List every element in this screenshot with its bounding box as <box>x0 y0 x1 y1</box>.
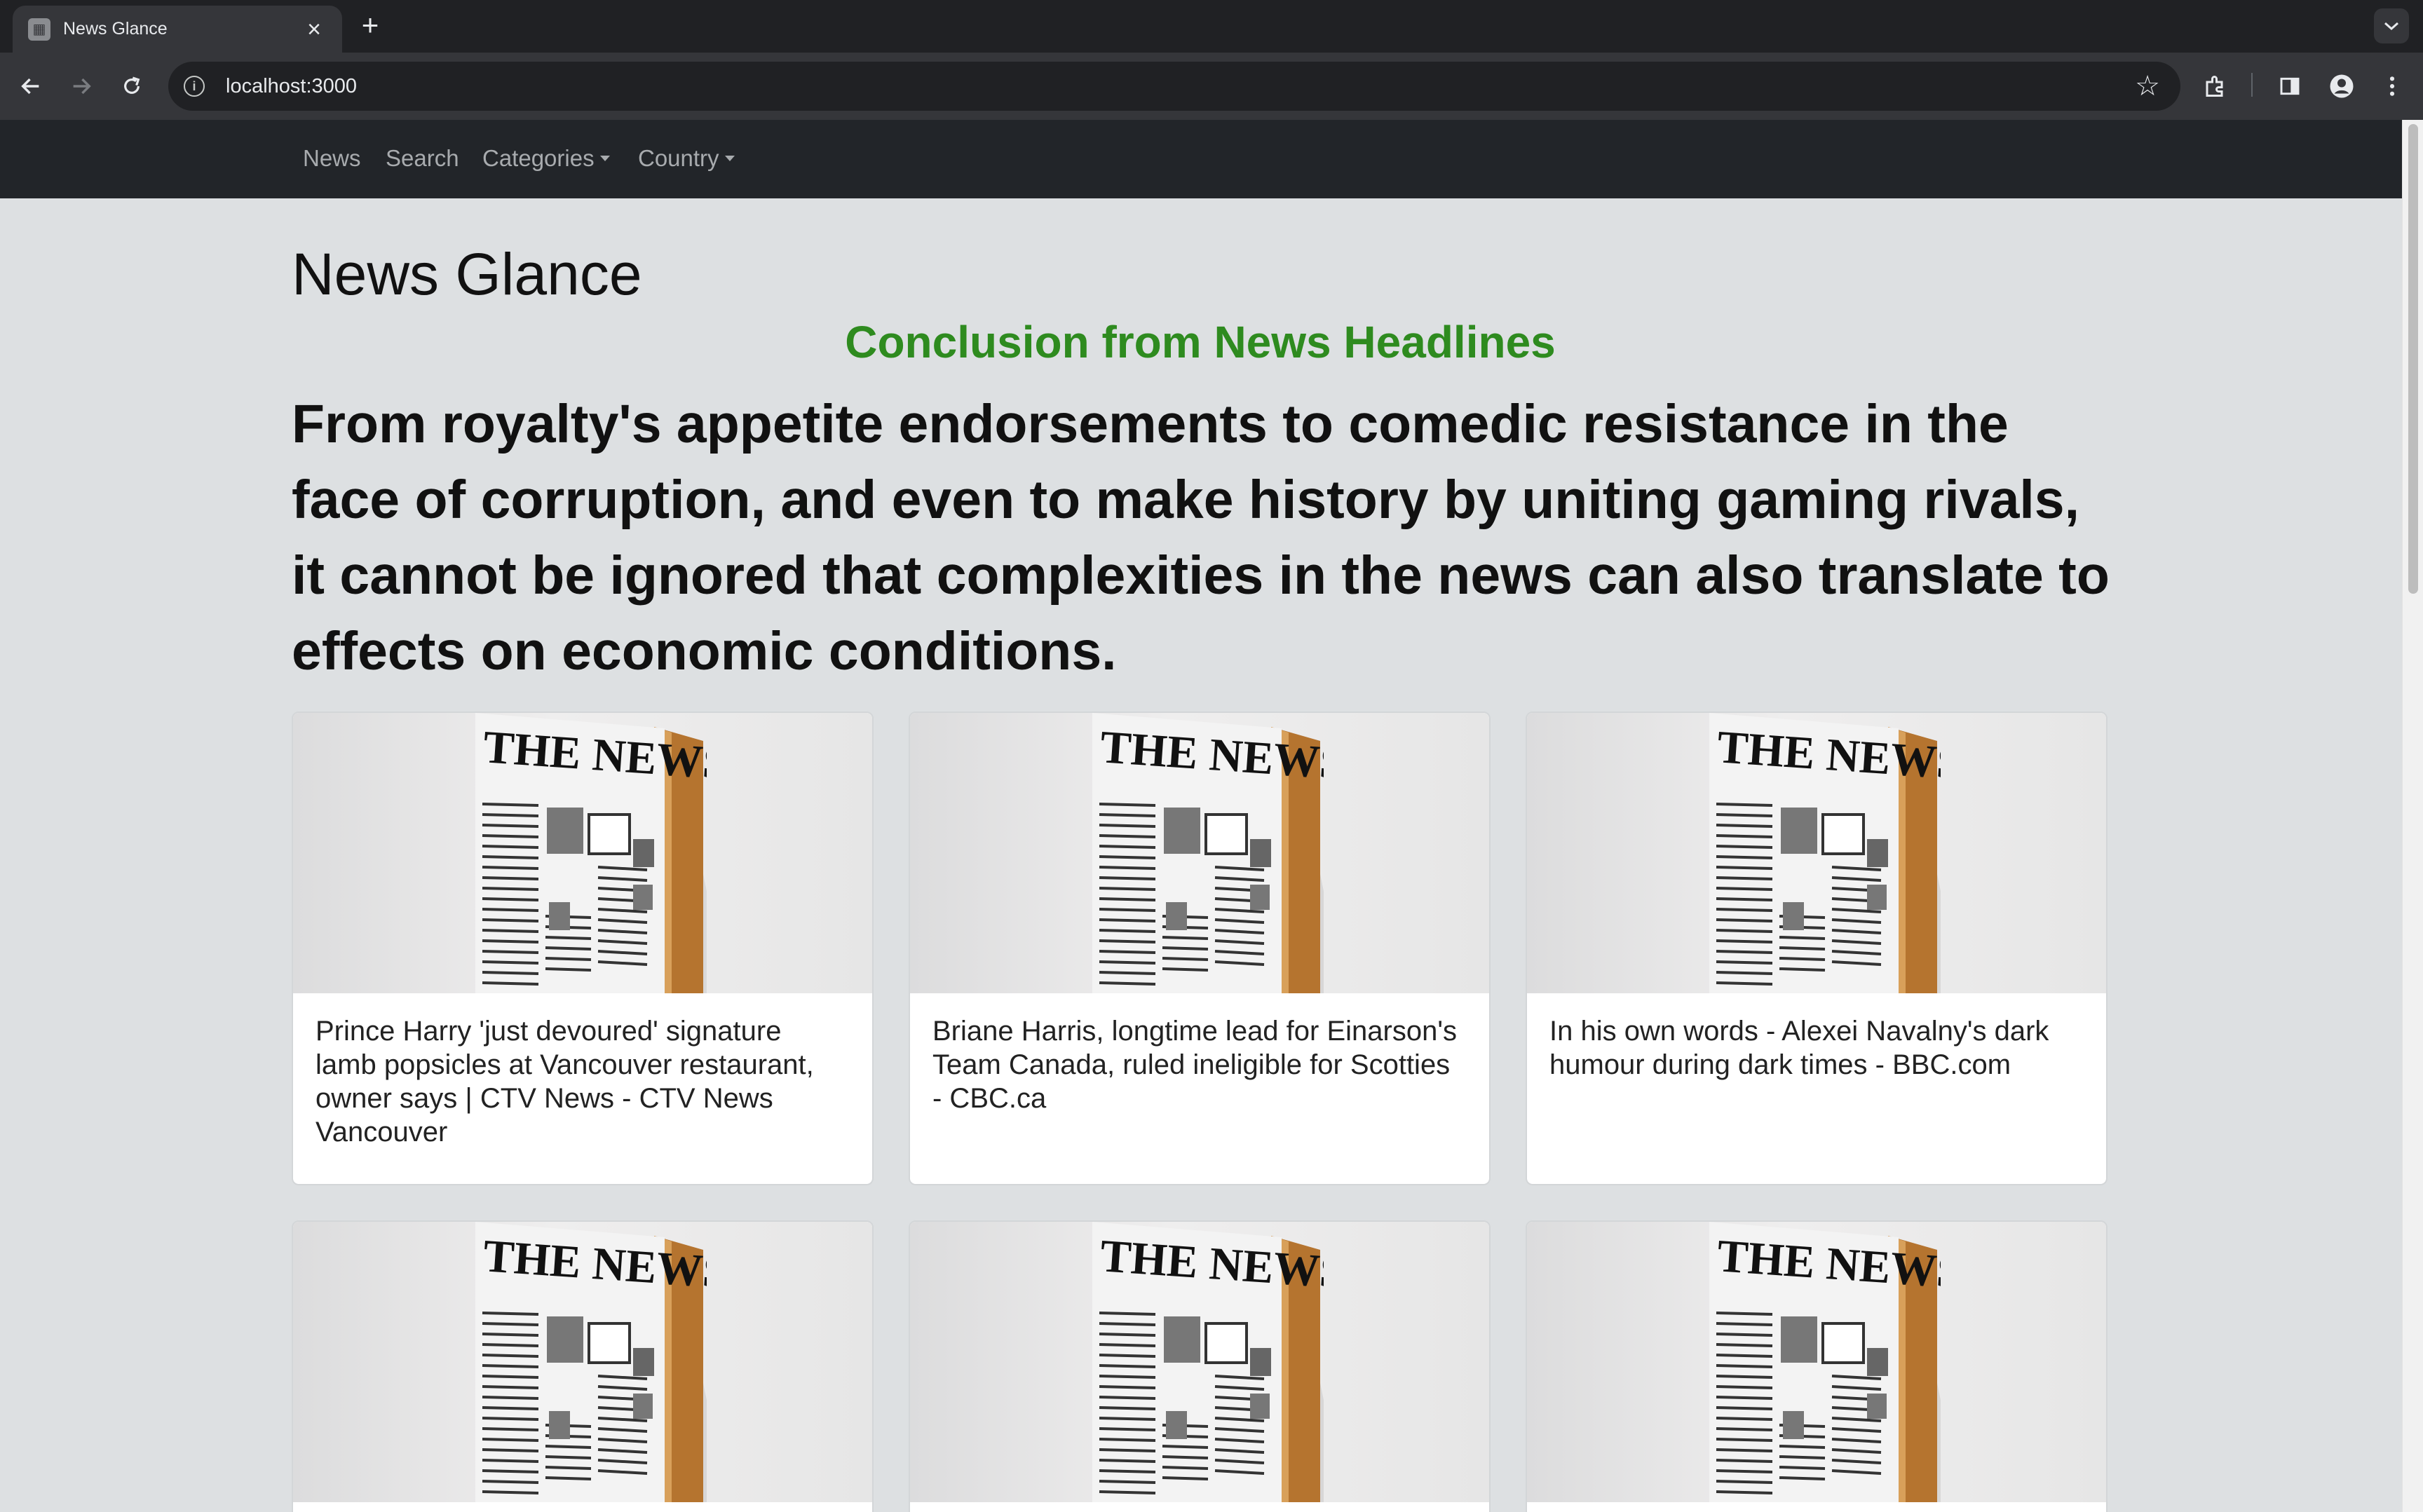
back-arrow-icon[interactable] <box>11 67 50 106</box>
news-card[interactable]: THE NEWS <box>1526 1220 2108 1512</box>
news-card-title[interactable]: Prince Harry 'just devoured' signature l… <box>293 993 872 1149</box>
nav-link-label: News <box>303 145 361 171</box>
news-card-title[interactable] <box>1527 1502 2106 1512</box>
browser-tab-strip: ▦ News Glance × + <box>0 0 2423 53</box>
side-panel-icon[interactable] <box>2270 67 2309 106</box>
nav-dropdown-country[interactable]: Country <box>638 142 735 175</box>
nav-link-label: Country <box>638 145 719 171</box>
news-card[interactable]: THE NEWS <box>292 1220 874 1512</box>
newspaper-illustration-icon: THE NEWS <box>1709 713 1941 993</box>
news-card-title[interactable]: Briane Harris, longtime lead for Einarso… <box>910 993 1489 1115</box>
toolbar-divider <box>2251 73 2253 97</box>
forward-arrow-icon[interactable] <box>62 67 101 106</box>
nav-link-label: Search <box>386 145 459 171</box>
news-card-title[interactable] <box>910 1502 1489 1512</box>
tab-search-chevron-icon[interactable] <box>2374 8 2409 43</box>
scrollbar-thumb[interactable] <box>2408 124 2418 594</box>
page-scrollbar[interactable] <box>2402 120 2423 1512</box>
caret-down-icon <box>599 156 610 161</box>
news-card[interactable]: THE NEWS Prince Harry 'just devoured' si… <box>292 711 874 1185</box>
browser-toolbar: i localhost:3000 ☆ <box>0 53 2423 120</box>
nav-link-label: Categories <box>482 145 595 171</box>
conclusion-summary: From royalty's appetite endorsements to … <box>292 394 2110 681</box>
page-viewport: News Search Categories Country News Glan… <box>0 120 2423 1512</box>
new-tab-icon[interactable]: + <box>355 10 386 41</box>
news-card-image: THE NEWS <box>1527 1222 2106 1502</box>
tab-favicon-icon: ▦ <box>28 18 50 41</box>
newspaper-illustration-icon: THE NEWS <box>1092 713 1324 993</box>
nav-link-news[interactable]: News <box>303 142 361 175</box>
extensions-puzzle-icon[interactable] <box>2196 67 2235 106</box>
caret-down-icon <box>724 156 735 161</box>
profile-avatar-icon[interactable] <box>2322 67 2361 106</box>
newspaper-illustration-icon: THE NEWS <box>1709 1222 1941 1502</box>
newspaper-illustration-icon: THE NEWS <box>475 1222 707 1502</box>
site-info-icon[interactable]: i <box>184 76 205 97</box>
news-card-image: THE NEWS <box>1527 713 2106 993</box>
news-card-title[interactable] <box>293 1502 872 1512</box>
browser-menu-icon[interactable] <box>2373 67 2412 106</box>
newspaper-illustration-icon: THE NEWS <box>1092 1222 1324 1502</box>
site-navbar: News Search Categories Country <box>0 120 2402 198</box>
newspaper-illustration-icon: THE NEWS <box>475 713 707 993</box>
news-card[interactable]: THE NEWS In his own words - Alexei Naval… <box>1526 711 2108 1185</box>
news-card-image: THE NEWS <box>293 713 872 993</box>
browser-tab[interactable]: ▦ News Glance × <box>13 6 342 53</box>
bookmark-star-icon[interactable]: ☆ <box>2130 69 2165 104</box>
nav-link-search[interactable]: Search <box>386 142 459 175</box>
news-card[interactable]: THE NEWS Briane Harris, longtime lead fo… <box>909 711 1491 1185</box>
reload-icon[interactable] <box>112 67 151 106</box>
tab-title: News Glance <box>63 19 168 39</box>
nav-dropdown-categories[interactable]: Categories <box>482 142 610 175</box>
page-title: News Glance <box>292 241 642 307</box>
tab-close-icon[interactable]: × <box>301 18 327 41</box>
news-card-image: THE NEWS <box>293 1222 872 1502</box>
address-bar[interactable]: i localhost:3000 ☆ <box>168 62 2180 111</box>
address-url[interactable]: localhost:3000 <box>226 75 357 98</box>
conclusion-heading: Conclusion from News Headlines <box>845 317 1556 367</box>
news-card-image: THE NEWS <box>910 713 1489 993</box>
news-card-title[interactable]: In his own words - Alexei Navalny's dark… <box>1527 993 2106 1082</box>
news-card[interactable]: THE NEWS <box>909 1220 1491 1512</box>
news-card-image: THE NEWS <box>910 1222 1489 1502</box>
